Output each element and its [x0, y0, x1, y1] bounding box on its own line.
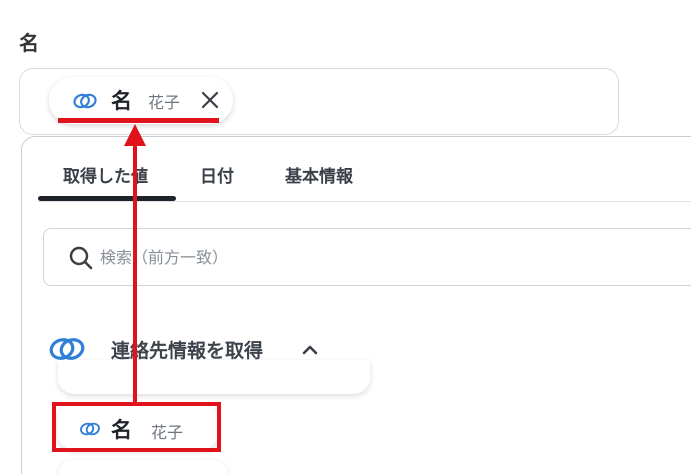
tab-retrieved-values[interactable]: 取得した値: [63, 162, 148, 187]
tab-date[interactable]: 日付: [200, 162, 234, 187]
annotation-highlight-box: [52, 402, 221, 452]
list-item[interactable]: [58, 460, 228, 474]
list-item[interactable]: [58, 360, 370, 394]
tabs-divider: [38, 201, 691, 202]
annotation-underline: [58, 118, 219, 123]
group-title[interactable]: 連絡先情報を取得: [111, 336, 263, 363]
chevron-up-icon[interactable]: [300, 340, 320, 360]
link-icon: [73, 93, 97, 109]
search-icon: [69, 246, 93, 270]
search-input[interactable]: [100, 244, 500, 270]
close-icon[interactable]: [199, 89, 221, 111]
chip-value: 花子: [148, 93, 181, 112]
chip-name: 名: [111, 89, 132, 113]
selected-value-chip[interactable]: 名 花子: [49, 77, 233, 124]
field-label: 名: [19, 31, 39, 55]
tab-basic-info[interactable]: 基本情報: [285, 162, 353, 187]
